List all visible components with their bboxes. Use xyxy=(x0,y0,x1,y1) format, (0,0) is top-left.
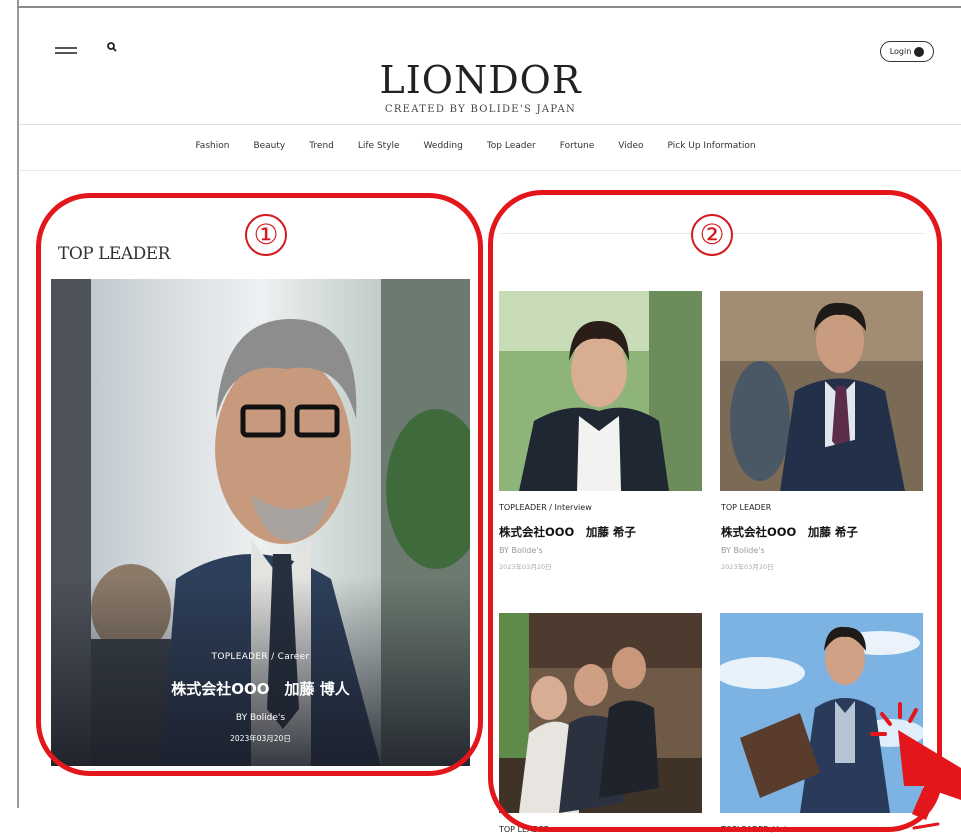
nav-item-top-leader[interactable]: Top Leader xyxy=(487,141,536,151)
nav-item-fortune[interactable]: Fortune xyxy=(560,141,595,151)
annotation-marker-2: ② xyxy=(691,214,733,256)
annotation-marker-1: ① xyxy=(245,214,287,256)
site-logo[interactable]: LIONDOR xyxy=(0,58,961,102)
cursor-click-icon xyxy=(870,702,961,830)
nav-divider-bottom xyxy=(19,170,961,171)
nav-item-wedding[interactable]: Wedding xyxy=(424,141,463,151)
nav-item-fashion[interactable]: Fashion xyxy=(195,141,229,151)
nav-item-trend[interactable]: Trend xyxy=(309,141,334,151)
menu-icon[interactable] xyxy=(55,47,77,57)
nav-item-pick-up-information[interactable]: Pick Up Information xyxy=(668,141,756,151)
annotation-ring-1 xyxy=(36,193,483,776)
user-icon xyxy=(914,46,925,57)
nav-item-video[interactable]: Video xyxy=(618,141,643,151)
login-label: Login xyxy=(889,47,912,56)
main-nav: Fashion Beauty Trend Life Style Wedding … xyxy=(0,141,956,151)
site-tagline: CREATED BY BOLIDE'S JAPAN xyxy=(384,104,577,115)
nav-item-beauty[interactable]: Beauty xyxy=(253,141,285,151)
window-top-border xyxy=(17,6,961,8)
window-left-border xyxy=(17,0,19,808)
nav-divider-top xyxy=(19,124,961,125)
nav-item-life-style[interactable]: Life Style xyxy=(358,141,400,151)
search-icon[interactable] xyxy=(107,42,117,52)
